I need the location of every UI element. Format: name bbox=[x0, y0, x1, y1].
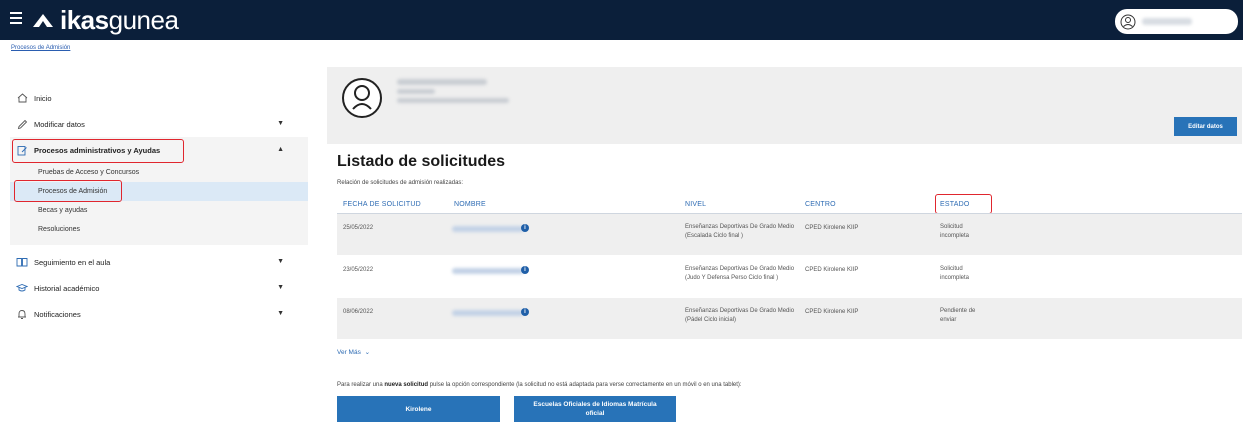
column-header-centro[interactable]: CENTRO bbox=[805, 201, 836, 208]
sidebar-item-modificar-datos[interactable]: Modificar datos ▼ bbox=[10, 111, 308, 137]
bell-icon bbox=[16, 308, 28, 320]
logo-mountain-icon bbox=[33, 14, 53, 27]
cell-nivel: Enseñanzas Deportivas De Grado Medio (Pá… bbox=[685, 308, 795, 323]
profile-name-redacted bbox=[397, 79, 487, 85]
cell-centro: CPED Kirolene KIIP bbox=[805, 267, 859, 273]
logo[interactable]: ikasgunea bbox=[32, 4, 179, 35]
cell-centro: CPED Kirolene KIIP bbox=[805, 309, 859, 315]
user-name-redacted bbox=[1142, 18, 1192, 25]
pencil-icon bbox=[16, 118, 28, 130]
sidebar-item-seguimiento[interactable]: Seguimiento en el aula ▼ bbox=[10, 249, 308, 275]
sidebar-item-label: Notificaciones bbox=[34, 309, 81, 319]
cell-estado: Pendiente de enviar bbox=[940, 308, 976, 323]
column-header-fecha[interactable]: FECHA DE SOLICITUD bbox=[343, 201, 421, 208]
cell-nombre-redacted bbox=[452, 268, 524, 274]
ver-mas-link[interactable]: Ver Más ⌄ bbox=[337, 348, 370, 356]
cell-nivel: Enseñanzas Deportivas De Grado Medio (Ju… bbox=[685, 266, 795, 281]
form-icon bbox=[16, 144, 28, 156]
graduation-icon bbox=[16, 282, 28, 294]
info-icon[interactable]: i bbox=[521, 308, 529, 316]
info-icon[interactable]: i bbox=[521, 266, 529, 274]
sidebar-item-label: Inicio bbox=[34, 93, 52, 103]
top-bar: ikasgunea bbox=[0, 0, 1243, 40]
sidebar-item-label: Modificar datos bbox=[34, 119, 85, 129]
sidebar-subitem-pruebas-acceso[interactable]: Pruebas de Acceso y Concursos bbox=[10, 163, 308, 182]
sidebar-item-notificaciones[interactable]: Notificaciones ▼ bbox=[10, 301, 308, 327]
sidebar: Inicio Modificar datos ▼ Procesos admini… bbox=[10, 85, 308, 327]
edit-data-button[interactable]: Editar datos bbox=[1174, 117, 1237, 136]
logo-text: ikasgunea bbox=[60, 4, 179, 35]
cell-fecha: 23/05/2022 bbox=[343, 267, 374, 273]
page-subtitle: Relación de solicitudes de admisión real… bbox=[337, 180, 464, 186]
sidebar-subitem-procesos-admision[interactable]: Procesos de Admisión bbox=[10, 182, 308, 201]
profile-id-redacted bbox=[397, 89, 435, 94]
sidebar-item-label: Historial académico bbox=[34, 283, 100, 293]
new-request-note: Para realizar una nueva solicitud pulse … bbox=[337, 382, 742, 388]
menu-icon[interactable] bbox=[10, 12, 22, 24]
requests-table: FECHA DE SOLICITUD NOMBRE NIVEL CENTRO E… bbox=[337, 194, 1242, 340]
table-row[interactable]: 08/06/2022 i Enseñanzas Deportivas De Gr… bbox=[337, 298, 1242, 340]
breadcrumb[interactable]: Procesos de Admisión bbox=[11, 45, 70, 51]
sidebar-item-inicio[interactable]: Inicio bbox=[10, 85, 308, 111]
ver-mas-label: Ver Más bbox=[337, 349, 361, 356]
sidebar-subitem-becas-ayudas[interactable]: Becas y ayudas bbox=[10, 201, 308, 220]
cell-estado: Solicitud incompleta bbox=[940, 266, 970, 281]
sidebar-group-procesos: Procesos administrativos y Ayudas ▲ Prue… bbox=[10, 137, 308, 245]
chevron-down-icon[interactable]: ▼ bbox=[277, 258, 284, 265]
table-row[interactable]: 23/05/2022 i Enseñanzas Deportivas De Gr… bbox=[337, 256, 1242, 298]
chevron-up-icon[interactable]: ▲ bbox=[277, 146, 284, 153]
chevron-down-icon[interactable]: ▼ bbox=[277, 284, 284, 291]
user-menu[interactable] bbox=[1115, 9, 1238, 34]
column-header-nivel[interactable]: NIVEL bbox=[685, 201, 706, 208]
chevron-down-icon[interactable]: ▼ bbox=[277, 310, 284, 317]
book-icon bbox=[16, 256, 28, 268]
profile-email-redacted bbox=[397, 98, 509, 103]
home-icon bbox=[16, 92, 28, 104]
table-row[interactable]: 25/05/2022 i Enseñanzas Deportivas De Gr… bbox=[337, 214, 1242, 256]
table-header: FECHA DE SOLICITUD NOMBRE NIVEL CENTRO E… bbox=[337, 194, 1242, 214]
escuelas-idiomas-button[interactable]: Escuelas Oficiales de Idiomas Matrícula … bbox=[514, 396, 676, 422]
chevron-down-icon: ⌄ bbox=[364, 349, 371, 356]
sidebar-item-label: Procesos administrativos y Ayudas bbox=[34, 145, 161, 155]
cell-fecha: 25/05/2022 bbox=[343, 225, 374, 231]
profile-card bbox=[327, 67, 1242, 144]
cell-nivel: Enseñanzas Deportivas De Grado Medio (Es… bbox=[685, 224, 795, 239]
column-header-estado[interactable]: ESTADO bbox=[940, 201, 969, 208]
user-avatar-icon bbox=[342, 78, 382, 118]
sidebar-item-historial[interactable]: Historial académico ▼ bbox=[10, 275, 308, 301]
cell-fecha: 08/06/2022 bbox=[343, 309, 374, 315]
cell-nombre-redacted bbox=[452, 310, 524, 316]
sidebar-subitem-resoluciones[interactable]: Resoluciones bbox=[10, 220, 308, 239]
info-icon[interactable]: i bbox=[521, 224, 529, 232]
cell-centro: CPED Kirolene KIIP bbox=[805, 225, 859, 231]
kirolene-button[interactable]: Kirolene bbox=[337, 396, 500, 422]
column-header-nombre[interactable]: NOMBRE bbox=[454, 201, 486, 208]
chevron-down-icon[interactable]: ▼ bbox=[277, 120, 284, 127]
sidebar-item-label: Seguimiento en el aula bbox=[34, 257, 111, 267]
sidebar-item-procesos-administrativos[interactable]: Procesos administrativos y Ayudas ▲ bbox=[10, 137, 308, 163]
cell-nombre-redacted bbox=[452, 226, 524, 232]
page-title: Listado de solicitudes bbox=[337, 153, 506, 170]
cell-estado: Solicitud incompleta bbox=[940, 224, 970, 239]
user-avatar-icon bbox=[1120, 14, 1136, 29]
